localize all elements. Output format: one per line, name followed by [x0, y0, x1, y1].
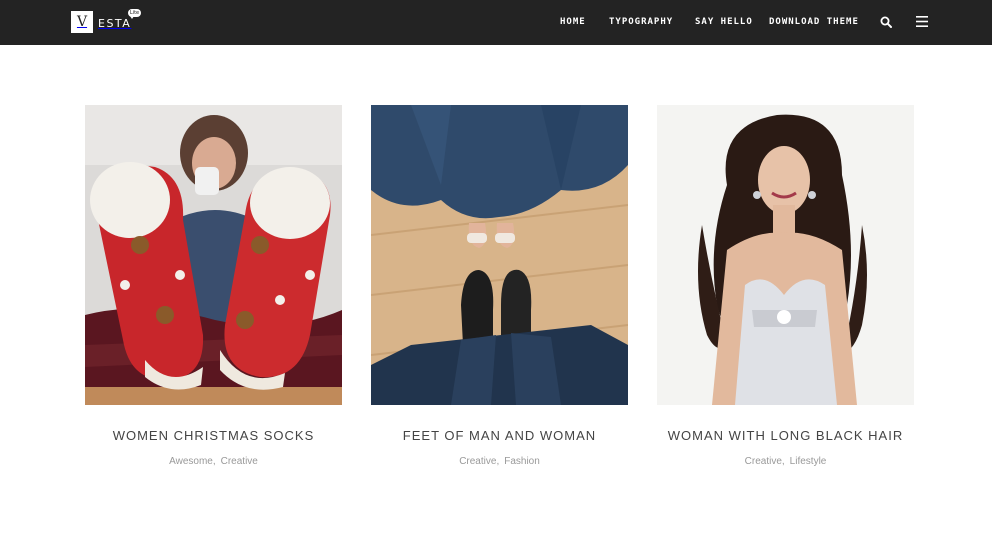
- nav-say-hello[interactable]: SAY HELLO: [695, 0, 753, 45]
- tag-link[interactable]: Lifestyle: [790, 456, 827, 467]
- card-tags: Awesome, Creative: [85, 456, 342, 467]
- logo-badge: Lite: [128, 9, 141, 19]
- nav-download-theme[interactable]: DOWNLOAD THEME: [769, 0, 859, 45]
- tag-link[interactable]: Fashion: [504, 456, 540, 467]
- tag-link[interactable]: Awesome: [169, 456, 213, 467]
- card-title[interactable]: FEET OF MAN AND WOMAN: [371, 428, 628, 443]
- hamburger-menu-icon[interactable]: [916, 16, 928, 27]
- tag-link[interactable]: Creative: [745, 456, 782, 467]
- logo-text: ESTA: [98, 16, 132, 30]
- card-image-women-christmas-socks[interactable]: [85, 105, 342, 405]
- card-title[interactable]: WOMEN CHRISTMAS SOCKS: [85, 428, 342, 443]
- search-icon[interactable]: [880, 16, 892, 28]
- site-logo[interactable]: V ESTA Lite: [71, 9, 141, 33]
- card-image-feet-of-man-and-woman[interactable]: [371, 105, 628, 405]
- nav-home[interactable]: HOME: [560, 0, 586, 45]
- tag-separator: ,: [212, 456, 216, 467]
- tag-separator: ,: [781, 456, 785, 467]
- card-tags: Creative, Fashion: [371, 456, 628, 467]
- tag-separator: ,: [496, 456, 500, 467]
- woman-long-hair-photo: [657, 105, 914, 405]
- tag-link[interactable]: Creative: [221, 456, 258, 467]
- top-navigation-bar: V ESTA Lite HOME TYPOGRAPHY SAY HELLO DO…: [0, 0, 992, 45]
- logo-letter: V: [71, 11, 93, 33]
- card-title[interactable]: WOMAN WITH LONG BLACK HAIR: [657, 428, 914, 443]
- woman-christmas-socks-photo: [85, 105, 342, 405]
- nav-typography[interactable]: TYPOGRAPHY: [609, 0, 673, 45]
- card-image-woman-with-long-black-hair[interactable]: [657, 105, 914, 405]
- card-tags: Creative, Lifestyle: [657, 456, 914, 467]
- tag-link[interactable]: Creative: [459, 456, 496, 467]
- feet-man-woman-photo: [371, 105, 628, 405]
